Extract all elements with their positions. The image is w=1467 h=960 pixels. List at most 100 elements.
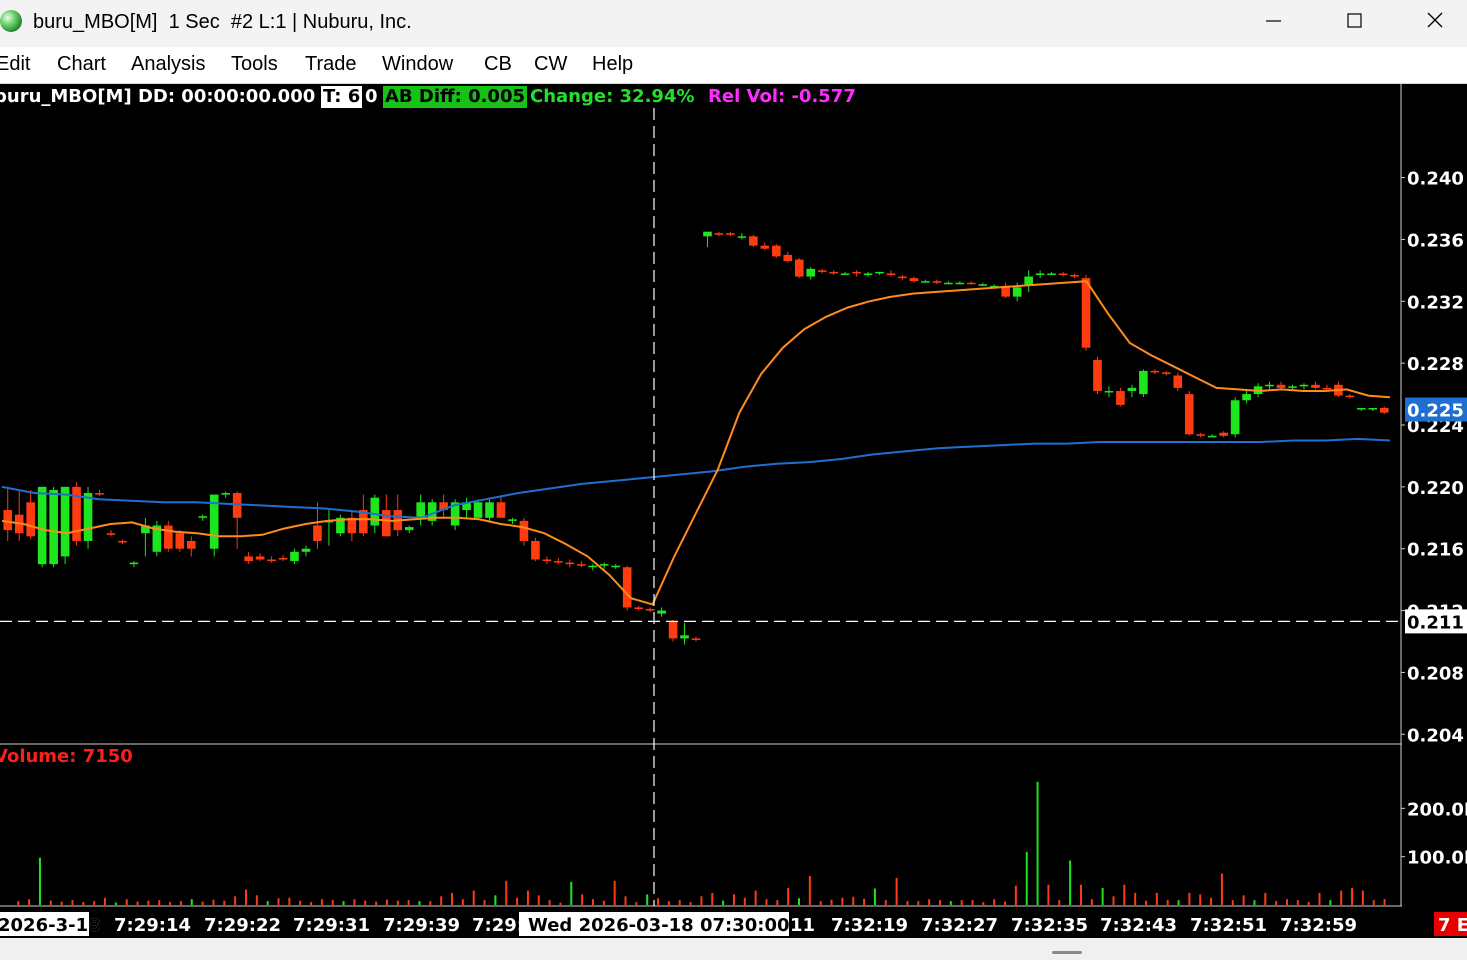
candle-body xyxy=(542,559,552,562)
candle-body xyxy=(83,493,93,541)
volume-tick-label: 200.0K xyxy=(1407,799,1467,820)
candle-body xyxy=(1070,275,1079,277)
candle-body xyxy=(1357,407,1366,410)
candle-body xyxy=(118,540,127,543)
menu-cw[interactable]: CW xyxy=(534,53,567,76)
candle-body xyxy=(944,282,953,285)
menu-tools[interactable]: Tools xyxy=(231,53,278,76)
candle-body xyxy=(519,520,529,541)
candle-body xyxy=(691,638,701,640)
candle-body xyxy=(1093,360,1102,391)
candle-body xyxy=(829,271,838,274)
menu-chart[interactable]: Chart xyxy=(57,53,106,76)
volume-label: Volume: 7150 xyxy=(0,746,133,767)
candle-body xyxy=(588,565,598,568)
price-chart[interactable]: 0.2400.2360.2320.2280.2240.2200.2160.212… xyxy=(0,84,1467,938)
menu-trade[interactable]: Trade xyxy=(305,53,357,76)
candle-body xyxy=(290,551,299,562)
candle-body xyxy=(978,284,988,286)
candle-body xyxy=(37,486,47,565)
candle-body xyxy=(817,270,827,272)
candle-body xyxy=(3,510,13,531)
candle-body xyxy=(1276,384,1286,388)
globe-icon xyxy=(0,10,22,32)
date-badge-label: 2026-3-18 xyxy=(0,915,101,936)
menu-bar: Edit Chart Analysis Tools Trade Window C… xyxy=(0,47,1467,84)
candle-body xyxy=(932,281,942,283)
candle-body xyxy=(760,245,770,249)
candle-body xyxy=(1139,370,1148,395)
candle-body xyxy=(1207,435,1217,438)
candle-body xyxy=(645,609,655,611)
candle-body xyxy=(967,282,976,285)
candle-body xyxy=(221,493,230,495)
time-label: 7:32:43 xyxy=(1100,915,1177,936)
chart-area[interactable]: 0.2400.2360.2320.2280.2240.2200.2160.212… xyxy=(0,84,1467,938)
title-bar[interactable]: buru_MBO[M] 1 Sec #2 L:1 | Nuburu, Inc. xyxy=(0,0,1467,47)
candle-body xyxy=(1058,273,1068,276)
candle-body xyxy=(1035,273,1045,276)
candle-body xyxy=(634,607,643,610)
candle-body xyxy=(611,565,621,568)
menu-edit[interactable]: Edit xyxy=(0,53,30,76)
candle-body xyxy=(1047,273,1056,275)
candle-body xyxy=(1288,386,1297,388)
candle-body xyxy=(267,559,276,562)
window-title: buru_MBO[M] 1 Sec #2 L:1 | Nuburu, Inc. xyxy=(33,11,412,33)
candle-body xyxy=(554,561,563,563)
candle-body xyxy=(301,548,311,552)
candle-body xyxy=(726,233,735,235)
candle-body xyxy=(749,236,758,246)
candle-body xyxy=(508,519,517,521)
candle-body xyxy=(599,564,609,566)
candles xyxy=(3,231,1389,645)
symbol-dd-label: buru_MBO[M] DD: 00:00:00.000 xyxy=(0,86,316,107)
candle-body xyxy=(1345,395,1355,398)
candle-body xyxy=(1242,394,1251,401)
candle-body xyxy=(95,493,104,495)
candle-body xyxy=(1162,372,1171,374)
close-icon xyxy=(1427,12,1443,28)
candle-body xyxy=(576,564,586,566)
candle-body xyxy=(955,282,965,285)
candle-body xyxy=(898,276,907,279)
t-extra: 0 xyxy=(365,86,378,107)
candle-body xyxy=(496,502,506,518)
axes: 0.2400.2360.2320.2280.2240.2200.2160.212… xyxy=(0,169,1467,936)
maximize-button[interactable] xyxy=(1319,0,1389,44)
candle-body xyxy=(1265,384,1274,387)
change-label: Change: 32.94% xyxy=(530,86,695,107)
maximize-icon xyxy=(1347,13,1362,28)
indicator-lines xyxy=(1,280,1391,606)
corner-label: 7 E xyxy=(1438,915,1467,936)
candle-body xyxy=(278,557,288,560)
menu-window[interactable]: Window xyxy=(382,53,453,76)
candle-body xyxy=(703,231,712,237)
close-button[interactable] xyxy=(1397,0,1467,44)
resize-grip-icon[interactable] xyxy=(1052,951,1082,954)
minimize-button[interactable] xyxy=(1239,0,1309,44)
time-label: 7:29:31 xyxy=(293,915,370,936)
price-tick-label: 0.232 xyxy=(1407,292,1464,313)
candle-body xyxy=(404,527,414,531)
time-label: 7:29: xyxy=(472,915,524,936)
candle-body xyxy=(60,486,70,557)
candle-body xyxy=(1311,384,1320,388)
price-tick-label: 0.204 xyxy=(1407,725,1464,746)
candle-body xyxy=(1104,390,1114,393)
menu-analysis[interactable]: Analysis xyxy=(131,53,205,76)
candle-body xyxy=(657,610,666,614)
menu-help[interactable]: Help xyxy=(592,53,633,76)
candle-body xyxy=(852,271,861,274)
time-label: 7:32:27 xyxy=(921,915,998,936)
candle-body xyxy=(473,502,483,518)
candle-body xyxy=(106,533,116,535)
candle-body xyxy=(1322,387,1332,390)
price-tick-label: 0.208 xyxy=(1407,663,1464,684)
candle-body xyxy=(1219,432,1228,436)
candle-body xyxy=(244,556,253,562)
menu-cb[interactable]: CB xyxy=(484,53,512,76)
candle-body xyxy=(921,281,930,283)
crosshair-price-label: 0.211 xyxy=(1407,612,1464,633)
candle-body xyxy=(175,533,185,549)
